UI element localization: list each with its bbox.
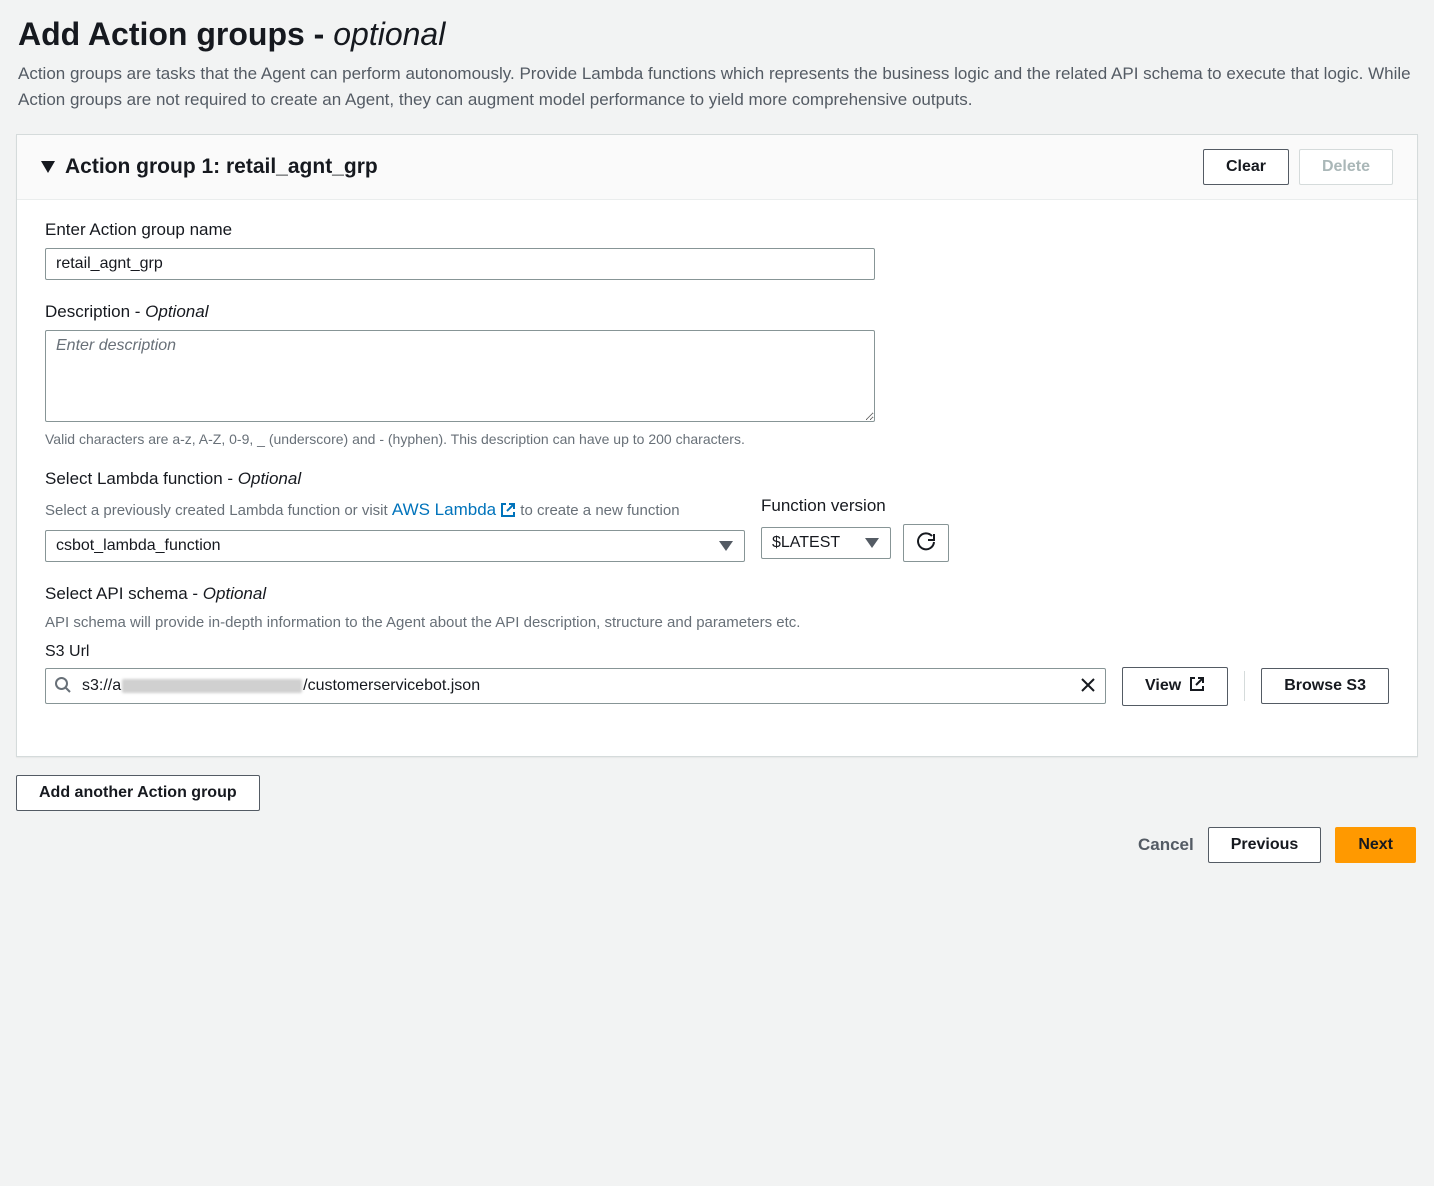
page-title-sep: - <box>305 16 333 52</box>
divider <box>1244 671 1245 701</box>
api-schema-sublabel: API schema will provide in-depth informa… <box>45 612 1389 635</box>
s3-url-display[interactable]: s3://a/customerservicebot.json <box>78 669 1079 703</box>
clear-input-button[interactable] <box>1079 676 1097 697</box>
previous-button[interactable]: Previous <box>1208 827 1322 863</box>
refresh-icon <box>916 532 936 555</box>
card-body: Enter Action group name Description - Op… <box>17 200 1417 756</box>
description-label: Description - Optional <box>45 302 875 322</box>
caret-down-icon <box>41 161 55 173</box>
refresh-button[interactable] <box>903 524 949 562</box>
description-hint: Valid characters are a-z, A-Z, 0-9, _ (u… <box>45 431 875 447</box>
lambda-label-optional: Optional <box>238 469 301 488</box>
view-button-label: View <box>1145 677 1181 695</box>
lambda-sub-post: to create a new function <box>516 502 679 519</box>
name-label: Enter Action group name <box>45 220 875 240</box>
external-link-icon <box>500 502 516 518</box>
action-group-name-input[interactable] <box>45 248 875 280</box>
page-title-optional: optional <box>333 16 445 52</box>
s3-url-input-wrap[interactable]: s3://a/customerservicebot.json <box>45 668 1106 704</box>
next-button[interactable]: Next <box>1335 827 1416 863</box>
lambda-label-main: Select Lambda function <box>45 469 223 488</box>
view-button[interactable]: View <box>1122 667 1228 706</box>
action-group-card: Action group 1: retail_agnt_grp Clear De… <box>16 134 1418 757</box>
external-link-icon <box>1189 676 1205 697</box>
redacted-segment <box>122 679 302 693</box>
api-schema-label-optional: Optional <box>203 584 266 603</box>
s3-url-suffix: /customerservicebot.json <box>303 677 480 694</box>
s3-url-prefix: s3://a <box>82 677 121 694</box>
description-textarea[interactable] <box>45 330 875 422</box>
delete-button: Delete <box>1299 149 1393 185</box>
aws-lambda-link-text: AWS Lambda <box>392 500 496 519</box>
api-schema-label-main: Select API schema <box>45 584 188 603</box>
page-title: Add Action groups - optional <box>16 16 1418 53</box>
clear-button[interactable]: Clear <box>1203 149 1289 185</box>
description-label-main: Description <box>45 302 130 321</box>
lambda-row: Select Lambda function - Optional Select… <box>45 469 1389 563</box>
lambda-label: Select Lambda function - Optional <box>45 469 745 489</box>
description-row: Description - Optional Valid characters … <box>45 302 875 447</box>
lambda-sub-pre: Select a previously created Lambda funct… <box>45 502 392 519</box>
section-title: Action group 1: retail_agnt_grp <box>65 155 378 179</box>
s3-url-label: S3 Url <box>45 643 1389 661</box>
api-schema-label: Select API schema - Optional <box>45 584 1389 604</box>
function-version-label: Function version <box>761 496 949 516</box>
lambda-sublabel: Select a previously created Lambda funct… <box>45 497 745 523</box>
page-description: Action groups are tasks that the Agent c… <box>16 61 1418 114</box>
function-version-select[interactable] <box>761 527 891 559</box>
page-title-main: Add Action groups <box>18 16 305 52</box>
lambda-function-select[interactable] <box>45 530 745 562</box>
card-header: Action group 1: retail_agnt_grp Clear De… <box>17 135 1417 200</box>
name-row: Enter Action group name <box>45 220 875 280</box>
api-schema-row: Select API schema - Optional API schema … <box>45 584 1389 706</box>
aws-lambda-link[interactable]: AWS Lambda <box>392 500 516 519</box>
add-another-action-group-button[interactable]: Add another Action group <box>16 775 260 811</box>
card-header-left[interactable]: Action group 1: retail_agnt_grp <box>41 155 378 179</box>
description-label-optional: Optional <box>145 302 208 321</box>
cancel-button[interactable]: Cancel <box>1138 835 1194 855</box>
search-icon <box>54 676 72 697</box>
browse-s3-button[interactable]: Browse S3 <box>1261 668 1389 704</box>
footer-actions: Cancel Previous Next <box>16 811 1418 871</box>
